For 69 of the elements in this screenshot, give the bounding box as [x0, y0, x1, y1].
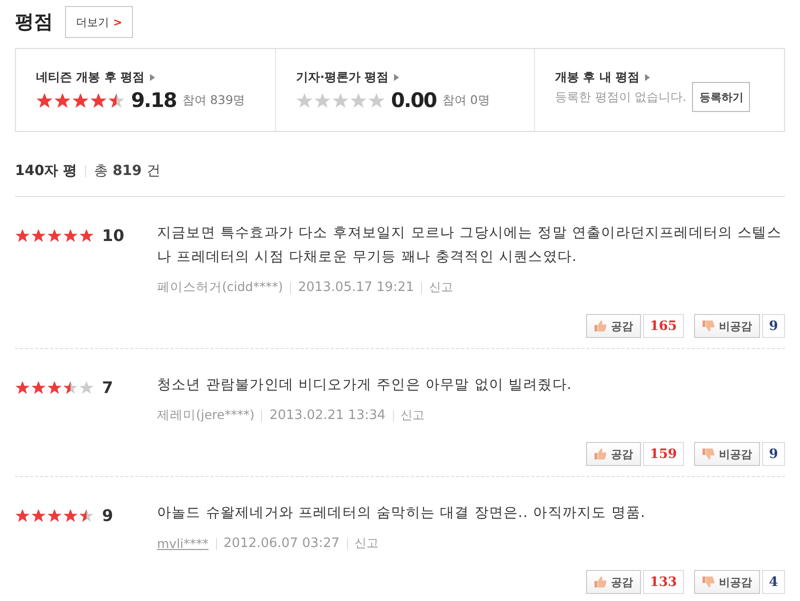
like-button[interactable]: 공감 — [586, 570, 641, 594]
arrow-icon — [394, 74, 399, 81]
register-button[interactable]: 등록하기 — [692, 82, 750, 112]
star-icon — [15, 380, 30, 394]
star-icon — [296, 92, 313, 108]
star-icon — [314, 92, 331, 108]
thumbs-down-icon — [702, 448, 715, 460]
star-icon — [47, 508, 62, 522]
star-icon — [63, 508, 78, 522]
star-icon — [63, 380, 78, 394]
review-score: 7 — [102, 378, 114, 396]
star-icon — [63, 228, 78, 242]
dislike-button[interactable]: 비공감 — [694, 442, 760, 466]
review-score: 9 — [102, 506, 114, 524]
review-date: 2013.05.17 19:21 — [298, 280, 414, 295]
review-score: 10 — [102, 226, 124, 244]
dislike-button[interactable]: 비공감 — [694, 314, 760, 338]
like-count: 133 — [642, 570, 684, 594]
star-icon — [90, 92, 107, 108]
more-button[interactable]: 더보기 > — [65, 6, 134, 38]
like-button[interactable]: 공감 — [586, 442, 641, 466]
review-date: 2013.02.21 13:34 — [269, 408, 386, 423]
empty-message: 등록한 평점이 없습니다. — [555, 88, 686, 106]
star-icon — [108, 92, 125, 108]
thumbs-up-icon — [594, 576, 607, 588]
summary-title[interactable]: 네티즌 개봉 후 평점 — [36, 69, 275, 86]
participant-count: 참여 839명 — [182, 92, 246, 108]
dislike-button[interactable]: 비공감 — [694, 570, 760, 594]
author-name: 제레미(jere****) — [157, 407, 254, 424]
like-count: 159 — [642, 442, 684, 466]
star-icon — [368, 92, 385, 108]
average-score: 9.18 — [131, 88, 176, 112]
total-count: 총 819 건 — [94, 162, 160, 180]
star-icon — [72, 92, 89, 108]
star-icon — [332, 92, 349, 108]
review-date: 2012.06.07 03:27 — [224, 536, 340, 551]
thumbs-down-icon — [702, 576, 715, 588]
author-name: 페이스허거(cidd****) — [157, 279, 283, 296]
arrow-icon — [150, 74, 155, 81]
star-icon — [79, 508, 94, 522]
like-button[interactable]: 공감 — [586, 314, 641, 338]
review-text: 아놀드 슈왈제네거와 프레데터의 숨막히는 대결 장면은.. 아직까지도 명품. — [157, 504, 647, 523]
review-text: 지금보면 특수효과가 다소 후져보일지 모르나 그당시에는 정말 연출이라던지프레데터의 스텔스나 프레데터의 시점 다채로운 무기등 꽤나 충격적인 시퀀스였다. — [157, 224, 782, 267]
review-text: 청소년 관람불가인데 비디오가게 주인은 아무말 없이 빌려줬다. — [157, 376, 573, 395]
star-icon — [47, 228, 62, 242]
thumbs-up-icon — [594, 448, 607, 460]
star-icon — [47, 380, 62, 394]
dislike-count: 9 — [762, 314, 785, 338]
thumbs-up-icon — [594, 320, 607, 332]
average-score: 0.00 — [391, 88, 436, 112]
star-icon — [31, 380, 46, 394]
like-count: 165 — [642, 314, 684, 338]
list-title: 140자 평 — [15, 162, 78, 180]
star-icon — [31, 508, 46, 522]
summary-title[interactable]: 기자·평론가 평점 — [296, 69, 534, 86]
section-title: 평점 — [15, 10, 53, 35]
star-icon — [36, 92, 53, 108]
thumbs-down-icon — [702, 320, 715, 332]
participant-count: 참여 0명 — [442, 92, 490, 108]
arrow-icon — [644, 74, 650, 81]
star-icon — [79, 228, 94, 242]
dislike-count: 4 — [762, 570, 785, 594]
star-icon — [79, 380, 94, 394]
dislike-count: 9 — [762, 442, 785, 466]
star-icon — [15, 228, 30, 242]
star-icon — [15, 508, 30, 522]
star-icon — [31, 228, 46, 242]
star-icon — [350, 92, 367, 108]
star-icon — [54, 92, 71, 108]
